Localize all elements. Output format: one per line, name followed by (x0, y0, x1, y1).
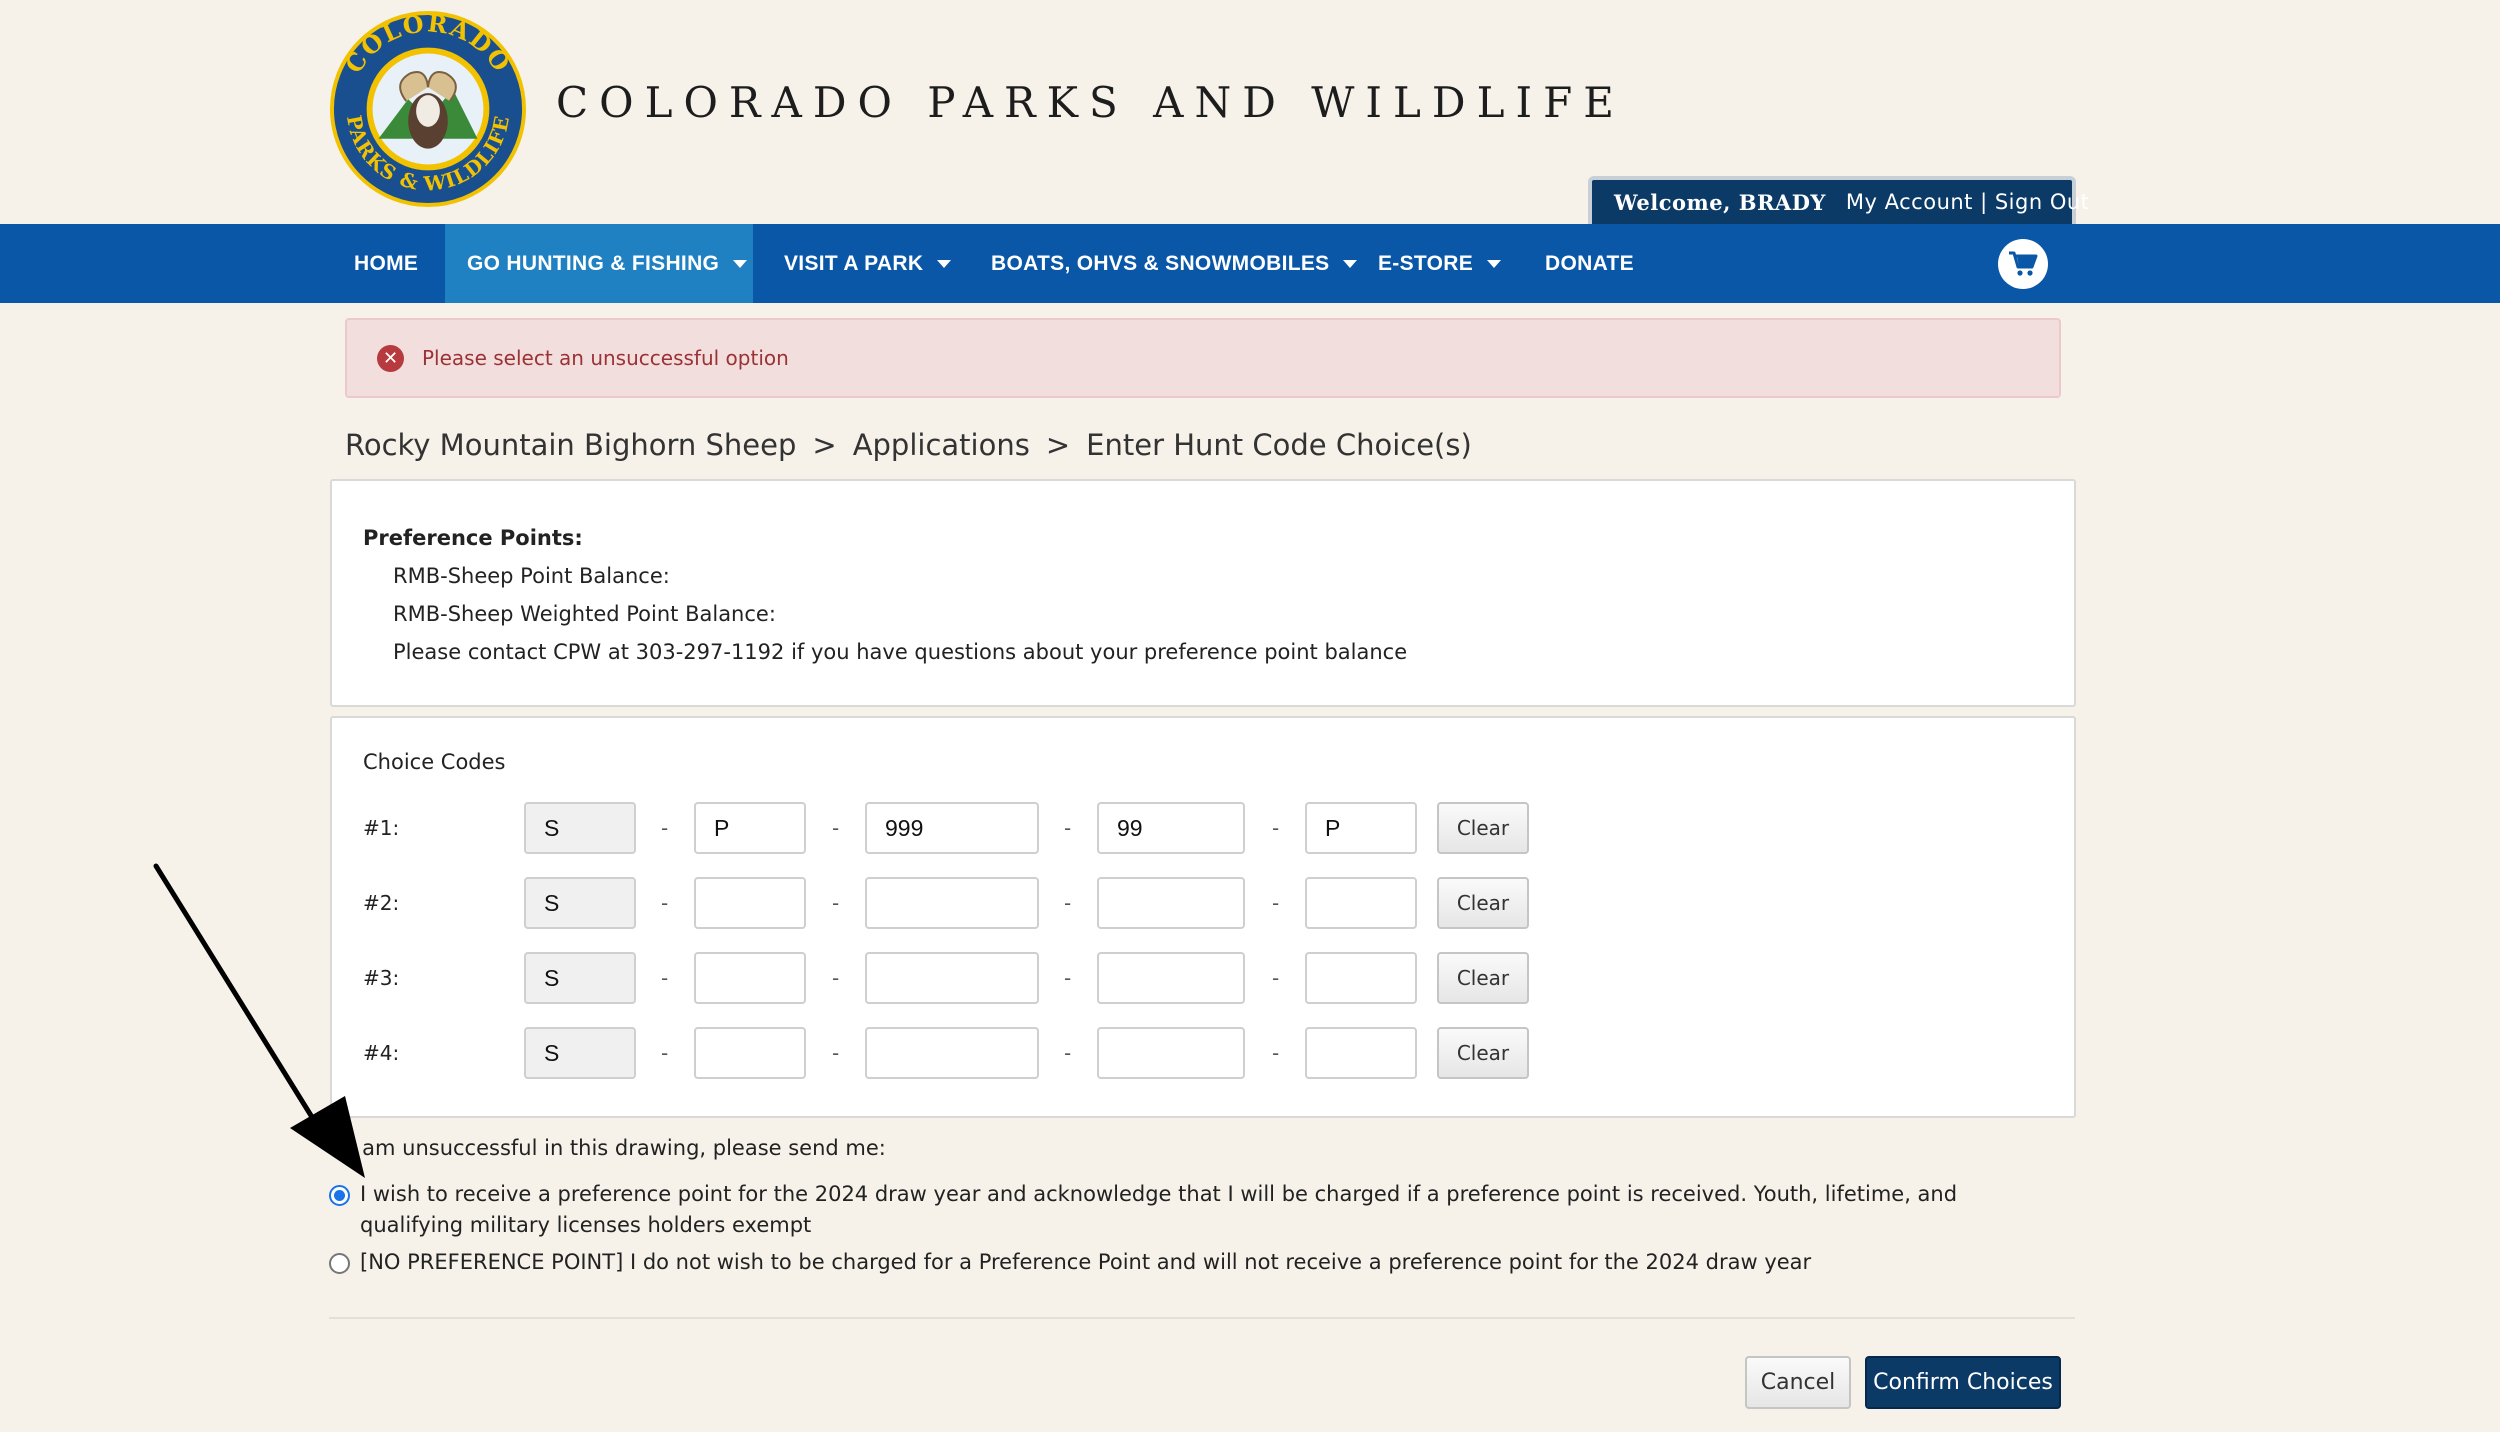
season-code-input[interactable]: 99 (1097, 802, 1245, 854)
sex-code-input[interactable] (694, 877, 806, 929)
divider (329, 1317, 2075, 1319)
confirm-choices-button[interactable]: Confirm Choices (1865, 1356, 2061, 1409)
dash-separator: - (661, 816, 669, 840)
clear-button[interactable]: Clear (1437, 952, 1529, 1004)
unit-code-input[interactable]: 999 (865, 802, 1039, 854)
breadcrumb-item[interactable]: Applications (853, 428, 1030, 462)
species-code-field: S (524, 952, 636, 1004)
chevron-down-icon (733, 259, 748, 268)
no-preference-point-option-text[interactable]: [NO PREFERENCE POINT] I do not wish to b… (360, 1247, 1811, 1278)
dash-separator: - (832, 816, 840, 840)
clear-button[interactable]: Clear (1437, 1027, 1529, 1079)
error-x-icon: ✕ (377, 344, 404, 372)
account-tab: Welcome, BRADY My Account | Sign Out (1588, 176, 2089, 224)
breadcrumb-item[interactable]: Rocky Mountain Bighorn Sheep (345, 428, 796, 462)
nav-home[interactable]: HOME (331, 224, 435, 303)
sex-code-input[interactable]: P (694, 802, 806, 854)
dash-separator: - (1064, 891, 1072, 915)
method-code-input[interactable]: P (1305, 802, 1417, 854)
unsuccessful-options-label: If I am unsuccessful in this drawing, pl… (329, 1136, 886, 1160)
chevron-down-icon (1343, 259, 1358, 268)
nav-home-label: HOME (354, 251, 419, 275)
method-code-input[interactable] (1305, 952, 1417, 1004)
dash-separator: - (1064, 816, 1072, 840)
dash-separator: - (832, 891, 840, 915)
nav-boats-ohvs-label: BOATS, OHVS & SNOWMOBILES (991, 251, 1330, 275)
breadcrumb: Rocky Mountain Bighorn Sheep > Applicati… (345, 428, 1472, 462)
cart-button[interactable] (1998, 239, 2048, 289)
method-code-input[interactable] (1305, 877, 1417, 929)
season-code-input[interactable] (1097, 877, 1245, 929)
nav-visit-park[interactable]: VISIT A PARK (784, 224, 952, 303)
account-links[interactable]: My Account | Sign Out (1846, 190, 2090, 214)
dash-separator: - (661, 1041, 669, 1065)
season-code-input[interactable] (1097, 1027, 1245, 1079)
preference-points-panel: Preference Points: RMB-Sheep Point Balan… (330, 479, 2076, 707)
weighted-point-balance: RMB-Sheep Weighted Point Balance: (393, 602, 776, 626)
dash-separator: - (1064, 966, 1072, 990)
choice-row-label: #1: (363, 816, 400, 840)
cancel-button[interactable]: Cancel (1745, 1356, 1851, 1409)
species-code-field: S (524, 1027, 636, 1079)
welcome-text: Welcome, BRADY (1614, 189, 1826, 215)
dash-separator: - (661, 891, 669, 915)
cpw-logo[interactable]: COLORADO PARKS & WILDLIFE (329, 10, 527, 208)
preference-points-heading: Preference Points: (363, 526, 583, 550)
site-title: COLORADO PARKS AND WILDLIFE (556, 78, 1625, 127)
nav-estore-label: E-STORE (1378, 251, 1474, 275)
chevron-down-icon (937, 259, 952, 268)
species-code-field: S (524, 877, 636, 929)
unit-code-input[interactable] (865, 877, 1039, 929)
method-code-input[interactable] (1305, 1027, 1417, 1079)
nav-donate[interactable]: DONATE (1545, 224, 1634, 303)
dash-separator: - (1272, 966, 1280, 990)
chevron-down-icon (1487, 259, 1502, 268)
error-alert: ✕ Please select an unsuccessful option (345, 318, 2061, 398)
unit-code-input[interactable] (865, 1027, 1039, 1079)
unit-code-input[interactable] (865, 952, 1039, 1004)
dash-separator: - (832, 1041, 840, 1065)
dash-separator: - (1272, 891, 1280, 915)
main-nav: HOME GO HUNTING & FISHING VISIT A PARK B… (0, 224, 2500, 303)
dash-separator: - (832, 966, 840, 990)
season-code-input[interactable] (1097, 952, 1245, 1004)
breadcrumb-separator: > (1045, 428, 1071, 462)
nav-donate-label: DONATE (1545, 251, 1634, 275)
clear-button-label: Clear (1456, 816, 1510, 840)
clear-button-label: Clear (1456, 891, 1510, 915)
nav-boats-ohvs[interactable]: BOATS, OHVS & SNOWMOBILES (991, 224, 1358, 303)
clear-button[interactable]: Clear (1437, 802, 1529, 854)
clear-button-label: Clear (1456, 966, 1510, 990)
point-balance: RMB-Sheep Point Balance: (393, 564, 670, 588)
clear-button[interactable]: Clear (1437, 877, 1529, 929)
cancel-button-label: Cancel (1760, 1370, 1836, 1395)
shopping-cart-icon (2009, 251, 2038, 276)
choice-codes-panel: Choice Codes #1: S - P - 999 - 99 - P Cl… (330, 716, 2076, 1118)
confirm-button-label: Confirm Choices (1873, 1370, 2053, 1395)
nav-visit-park-label: VISIT A PARK (784, 251, 924, 275)
choice-codes-heading: Choice Codes (363, 750, 506, 774)
no-preference-point-radio[interactable] (329, 1253, 350, 1274)
dash-separator: - (1272, 816, 1280, 840)
annotation-arrow-icon (153, 863, 365, 1178)
dash-separator: - (1064, 1041, 1072, 1065)
breadcrumb-item: Enter Hunt Code Choice(s) (1086, 428, 1472, 462)
alert-message: Please select an unsuccessful option (422, 346, 789, 370)
dash-separator: - (1272, 1041, 1280, 1065)
dash-separator: - (661, 966, 669, 990)
contact-info: Please contact CPW at 303-297-1192 if yo… (393, 640, 1408, 664)
preference-point-option-text[interactable]: I wish to receive a preference point for… (360, 1179, 2060, 1241)
nav-hunting-fishing-label: GO HUNTING & FISHING (467, 251, 720, 275)
sex-code-input[interactable] (694, 952, 806, 1004)
breadcrumb-separator: > (812, 428, 837, 462)
species-code-field: S (524, 802, 636, 854)
nav-hunting-fishing[interactable]: GO HUNTING & FISHING (445, 224, 753, 303)
clear-button-label: Clear (1456, 1041, 1510, 1065)
nav-estore[interactable]: E-STORE (1378, 224, 1502, 303)
sex-code-input[interactable] (694, 1027, 806, 1079)
